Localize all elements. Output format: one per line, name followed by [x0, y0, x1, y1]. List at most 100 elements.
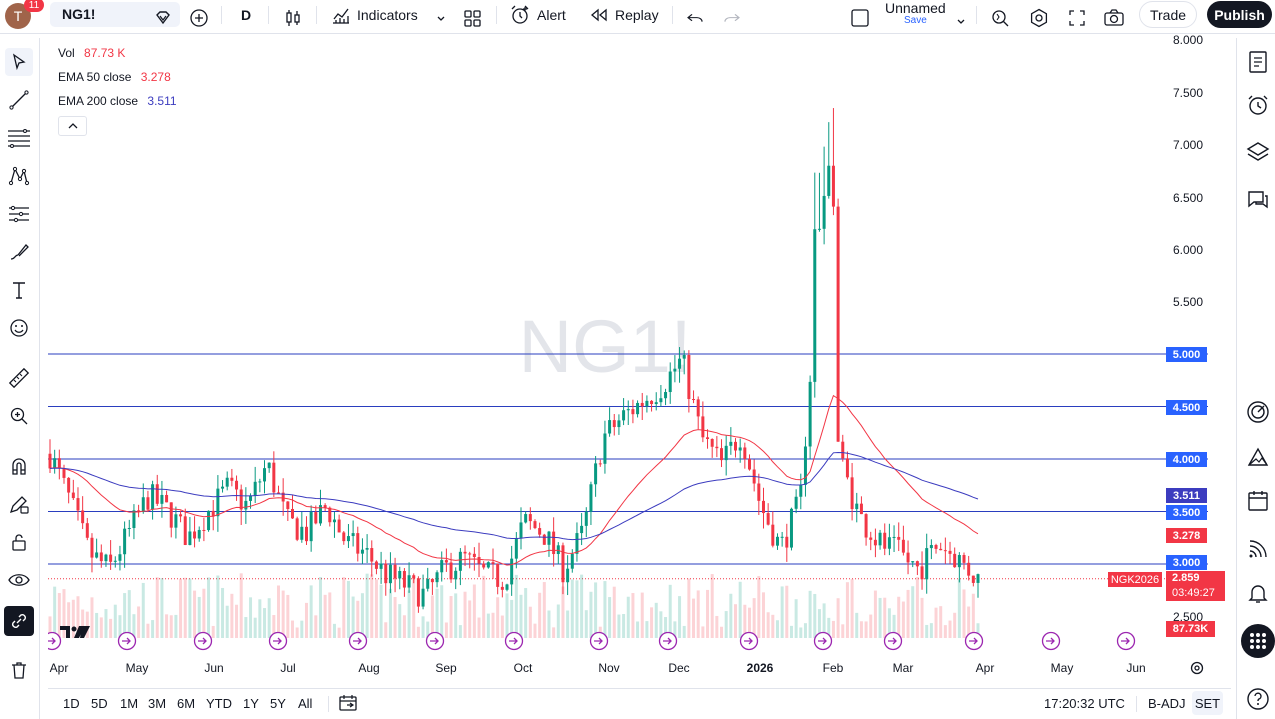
- interval-button[interactable]: D: [241, 1, 251, 29]
- quick-search-icon[interactable]: [990, 4, 1010, 32]
- candle-body: [360, 549, 364, 554]
- event-marker-icon[interactable]: [589, 631, 609, 651]
- replay-button[interactable]: Replay: [589, 1, 659, 29]
- chevron-down-icon[interactable]: [955, 8, 967, 36]
- event-marker-icon[interactable]: [739, 631, 759, 651]
- event-marker-icon[interactable]: [348, 631, 368, 651]
- volume-bar: [855, 612, 859, 638]
- pattern-icon[interactable]: [5, 162, 33, 190]
- alert-button[interactable]: Alert: [509, 1, 566, 29]
- event-marker-icon[interactable]: [1041, 631, 1061, 651]
- range-3m[interactable]: 3M: [148, 696, 166, 711]
- event-marker-icon[interactable]: [813, 631, 833, 651]
- session-toggle[interactable]: SET: [1192, 691, 1223, 715]
- range-all[interactable]: All: [298, 696, 312, 711]
- axis-settings-icon[interactable]: [1190, 661, 1204, 680]
- candle-body: [561, 545, 565, 583]
- fullscreen-icon[interactable]: [1067, 4, 1087, 32]
- diamond-icon[interactable]: [153, 4, 173, 32]
- price-chart[interactable]: NG1!: [42, 38, 1231, 684]
- volume-bar: [687, 578, 691, 638]
- event-marker-icon[interactable]: [42, 631, 62, 651]
- indicators-button[interactable]: Indicators: [331, 1, 418, 29]
- watchlist-icon[interactable]: [1244, 48, 1272, 76]
- event-marker-icon[interactable]: [1116, 631, 1136, 651]
- volume-bar: [342, 577, 346, 638]
- settings-gear-icon[interactable]: [1029, 4, 1049, 32]
- date-range-icon[interactable]: [338, 694, 358, 715]
- volume-bar: [766, 612, 770, 638]
- range-ytd[interactable]: YTD: [206, 696, 232, 711]
- cursor-icon[interactable]: [5, 48, 33, 76]
- event-marker-icon[interactable]: [504, 631, 524, 651]
- collapse-legend-button[interactable]: [58, 116, 87, 136]
- eye-icon[interactable]: [5, 566, 33, 594]
- time-tick: Nov: [598, 661, 620, 675]
- event-marker-icon[interactable]: [883, 631, 903, 651]
- candle-body: [416, 578, 420, 607]
- legend-ema200: EMA 200 close 3.511: [58, 94, 177, 108]
- forecast-icon[interactable]: [5, 200, 33, 228]
- pencil-lock-icon[interactable]: [5, 490, 33, 518]
- calendar-icon[interactable]: [1244, 487, 1272, 515]
- camera-icon[interactable]: [1103, 4, 1125, 32]
- ideas-icon[interactable]: [1244, 443, 1272, 471]
- volume-bar: [934, 607, 938, 638]
- add-symbol-icon[interactable]: [189, 4, 209, 32]
- range-5y[interactable]: 5Y: [270, 696, 286, 711]
- redo-icon[interactable]: [722, 4, 742, 32]
- publish-button[interactable]: Publish: [1207, 1, 1272, 28]
- apps-grid-icon[interactable]: [1241, 624, 1275, 658]
- trash-icon[interactable]: [5, 656, 33, 684]
- trend-line-icon[interactable]: [5, 86, 33, 114]
- volume-bar: [626, 596, 630, 638]
- volume-bar: [53, 586, 57, 638]
- tradingview-logo-icon[interactable]: [60, 624, 92, 645]
- range-1y[interactable]: 1Y: [243, 696, 259, 711]
- candle-body: [747, 458, 751, 470]
- lock-icon[interactable]: [5, 528, 33, 556]
- candle-body: [976, 574, 980, 583]
- range-1m[interactable]: 1M: [120, 696, 138, 711]
- zoom-in-icon[interactable]: [5, 402, 33, 430]
- chart-pane[interactable]: NG1!: [42, 38, 1231, 684]
- help-icon[interactable]: [1244, 685, 1272, 713]
- chevron-down-icon[interactable]: [435, 4, 447, 32]
- brush-icon[interactable]: [5, 238, 33, 266]
- event-marker-icon[interactable]: [658, 631, 678, 651]
- trade-button[interactable]: Trade: [1139, 1, 1197, 28]
- event-marker-icon[interactable]: [193, 631, 213, 651]
- broadcast-icon[interactable]: [1244, 535, 1272, 563]
- fib-lines-icon[interactable]: [5, 124, 33, 152]
- symbol-name[interactable]: NG1!: [62, 6, 95, 22]
- volume-bar: [267, 598, 271, 638]
- range-5d[interactable]: 5D: [91, 696, 108, 711]
- event-marker-icon[interactable]: [425, 631, 445, 651]
- templates-grid-icon[interactable]: [463, 4, 483, 32]
- event-marker-icon[interactable]: [268, 631, 288, 651]
- chat-icon[interactable]: [1244, 186, 1272, 214]
- range-1d[interactable]: 1D: [63, 696, 80, 711]
- link-icon[interactable]: [4, 606, 34, 636]
- event-marker-icon[interactable]: [117, 631, 137, 651]
- magnet-icon[interactable]: [5, 452, 33, 480]
- text-tool-icon[interactable]: [5, 276, 33, 304]
- utc-clock[interactable]: 17:20:32 UTC: [1044, 696, 1125, 711]
- layers-icon[interactable]: [1244, 138, 1272, 166]
- range-6m[interactable]: 6M: [177, 696, 195, 711]
- volume-bar: [514, 574, 518, 638]
- candle-body: [598, 463, 602, 465]
- emoji-icon[interactable]: [5, 314, 33, 342]
- target-icon[interactable]: [1244, 398, 1272, 426]
- b-adj-toggle[interactable]: B-ADJ: [1148, 696, 1186, 711]
- alerts-clock-icon[interactable]: [1244, 91, 1272, 119]
- event-marker-icon[interactable]: [964, 631, 984, 651]
- candles-icon[interactable]: [283, 4, 303, 32]
- undo-icon[interactable]: [685, 4, 705, 32]
- ruler-icon[interactable]: [5, 364, 33, 392]
- candle-body: [454, 570, 458, 580]
- candle-body: [542, 534, 546, 545]
- notifications-bell-icon[interactable]: [1244, 579, 1272, 607]
- candle-body: [113, 560, 117, 562]
- layout-checkbox-icon[interactable]: [850, 4, 870, 32]
